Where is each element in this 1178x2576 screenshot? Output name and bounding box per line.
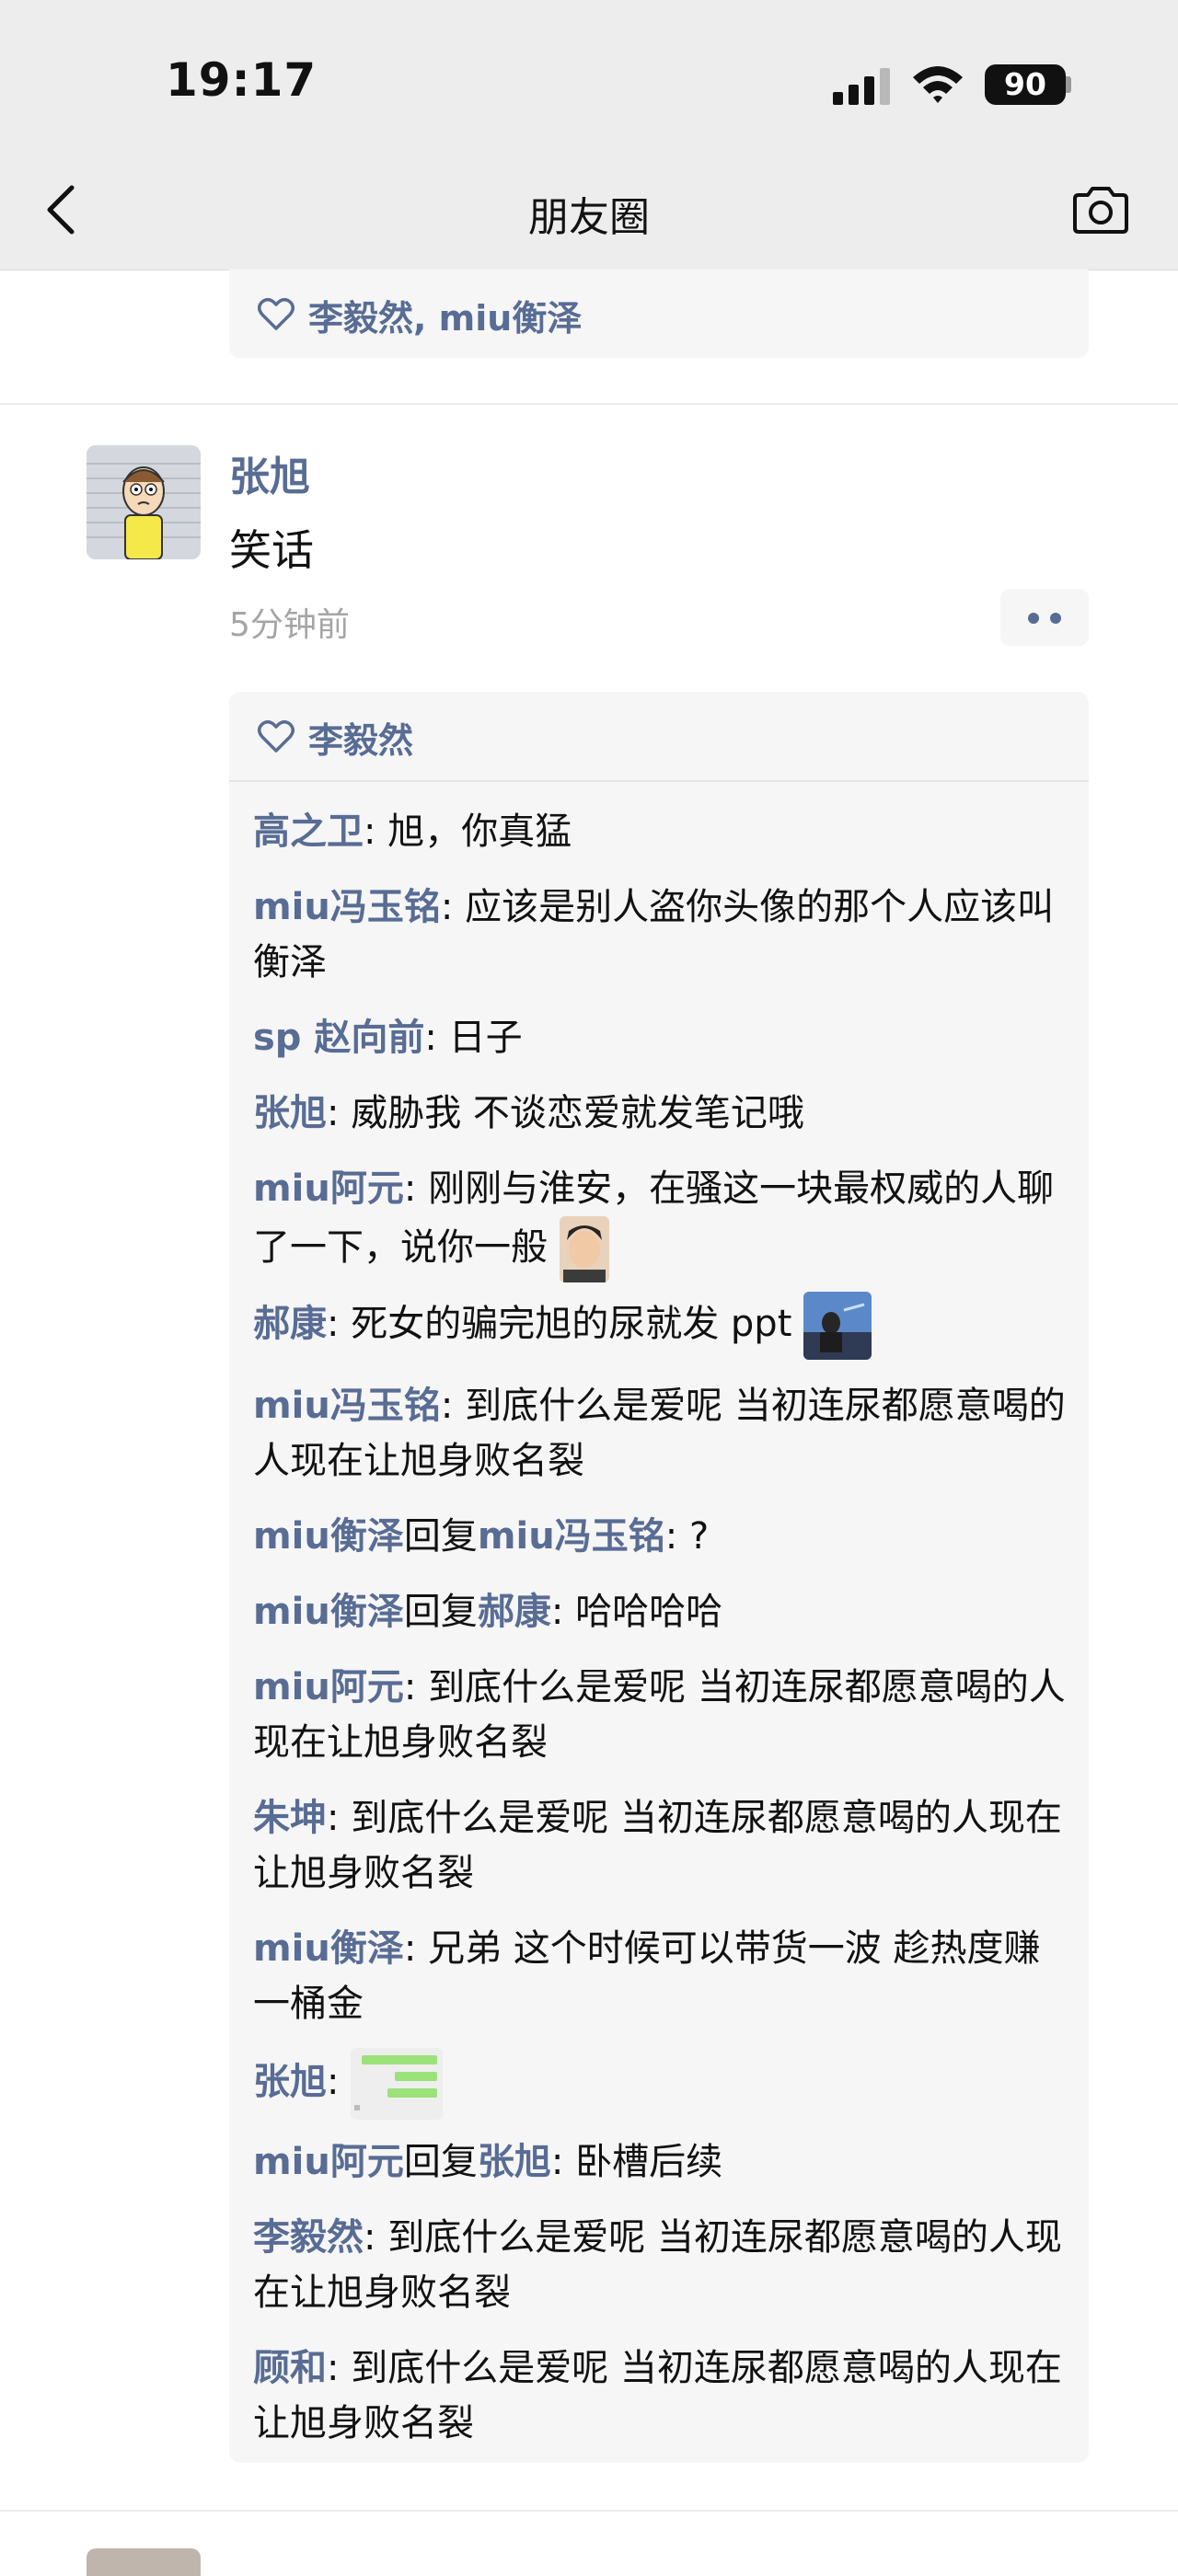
comment-author[interactable]: miu冯玉铭 [253, 886, 441, 928]
comment-author[interactable]: 朱坤 [253, 1797, 327, 1839]
comment-item[interactable]: 张旭: 威胁我 不谈恋爱就发笔记哦 [253, 1086, 1070, 1141]
comment-item[interactable]: miu冯玉铭: 应该是别人盗你头像的那个人应该叫衡泽 [253, 880, 1070, 990]
post-divider [0, 2510, 1178, 2512]
sticker-photo-image[interactable] [559, 1216, 609, 1282]
comment-author[interactable]: 高之卫 [253, 811, 364, 853]
comment-item[interactable]: 朱坤: 到底什么是爱呢 当初连尿都愿意喝的人现在让旭身败名裂 [253, 1790, 1070, 1901]
comment-separator: : [327, 2061, 352, 2103]
comment-item[interactable]: miu衡泽回复miu冯玉铭: ? [253, 1509, 1070, 1564]
comment-text: ? [688, 1515, 710, 1558]
comment-separator: : [327, 1797, 352, 1839]
comment-item[interactable]: 郝康: 死女的骗完旭的尿就发 ppt [253, 1292, 1070, 1360]
top-bar: 19:17 90 朋友圈 [0, 0, 1178, 270]
comment-separator: : [364, 2216, 388, 2259]
comment-item[interactable]: 张旭: [253, 2048, 1070, 2120]
comment-item[interactable]: miu衡泽回复郝康: 哈哈哈哈 [253, 1584, 1070, 1639]
next-post-avatar[interactable] [87, 2548, 201, 2576]
comment-author[interactable]: 张旭 [253, 1092, 327, 1134]
more-dots-icon [1028, 613, 1039, 624]
post-author-name[interactable]: 张旭 [229, 443, 310, 502]
chat-screenshot-image[interactable] [351, 2048, 444, 2120]
comment-text: 日子 [448, 1017, 523, 1059]
reply-target[interactable]: miu冯玉铭 [478, 1515, 665, 1558]
comment-separator: : [327, 1092, 352, 1134]
comment-author[interactable]: miu衡泽 [253, 1515, 404, 1558]
post-text: 笑话 [229, 525, 314, 575]
comment-author[interactable]: miu阿元 [253, 1167, 404, 1210]
comment-text: 哈哈哈哈 [575, 1591, 723, 1633]
camera-icon[interactable] [1071, 184, 1130, 236]
comment-text: 到底什么是爱呢 当初连尿都愿意喝的人现在让旭身败名裂 [253, 2347, 1062, 2444]
heart-outline-icon [258, 720, 294, 753]
comment-separator: : [664, 1515, 689, 1558]
reply-word: 回复 [403, 1515, 478, 1558]
post-timestamp: 5分钟前 [229, 606, 350, 644]
more-actions-button[interactable] [1000, 589, 1089, 646]
comment-text: 旭，你真猛 [387, 811, 572, 853]
comment-separator: : [440, 1385, 466, 1427]
comment-item[interactable]: miu阿元回复张旭: 卧槽后续 [253, 2134, 1070, 2190]
comment-item[interactable]: 顾和: 到底什么是爱呢 当初连尿都愿意喝的人现在让旭身败名裂 [253, 2340, 1070, 2451]
comment-author[interactable]: 张旭 [253, 2061, 327, 2103]
comment-item[interactable]: miu阿元: 刚刚与淮安，在骚这一块最权威的人聊了一下，说你一般 [253, 1161, 1070, 1282]
likes-comments-panel: 李毅然 高之卫: 旭，你真猛 miu冯玉铭: 应该是别人盗你头像的那个人应该叫衡… [229, 692, 1089, 2463]
reply-target[interactable]: 张旭 [478, 2141, 551, 2183]
comment-author[interactable]: 李毅然 [253, 2216, 364, 2259]
comment-separator: : [550, 1591, 576, 1633]
comment-author[interactable]: miu冯玉铭 [253, 1385, 441, 1427]
post-divider [0, 403, 1178, 405]
comment-author[interactable]: miu阿元 [253, 2141, 404, 2183]
comment-separator: : [550, 2141, 576, 2183]
comment-author[interactable]: miu阿元 [253, 1666, 404, 1708]
comment-text: 死女的骗完旭的尿就发 ppt [351, 1303, 792, 1345]
comment-separator: : [403, 1666, 429, 1708]
comment-author[interactable]: miu衡泽 [253, 1591, 404, 1633]
post-likes-row: 李毅然 [229, 692, 1089, 782]
sticker-photo-image[interactable] [803, 1292, 872, 1360]
wifi-icon [913, 66, 963, 103]
comment-separator: : [327, 2347, 352, 2389]
status-time: 19:17 [166, 53, 318, 107]
comment-text: 威胁我 不谈恋爱就发笔记哦 [351, 1092, 804, 1134]
comment-item[interactable]: 高之卫: 旭，你真猛 [253, 804, 1070, 859]
comment-author[interactable]: miu衡泽 [253, 1927, 404, 1970]
battery-indicator: 90 [985, 64, 1066, 105]
comment-author[interactable]: 郝康 [253, 1303, 327, 1345]
comment-author[interactable]: 顾和 [253, 2347, 327, 2389]
reply-word: 回复 [403, 1591, 478, 1633]
likes-names[interactable]: 李毅然 [308, 712, 413, 763]
comment-separator: : [403, 1927, 429, 1970]
reply-word: 回复 [403, 2141, 478, 2183]
comment-text: 卧槽后续 [575, 2141, 723, 2183]
reply-target[interactable]: 郝康 [478, 1591, 551, 1633]
likes-names[interactable]: 李毅然, miu衡泽 [308, 290, 582, 340]
comment-separator: : [440, 886, 466, 928]
comment-item[interactable]: sp 赵向前: 日子 [253, 1010, 1070, 1065]
cellular-signal-icon [833, 66, 894, 105]
heart-outline-icon [258, 298, 294, 330]
comment-item[interactable]: 李毅然: 到底什么是爱呢 当初连尿都愿意喝的人现在让旭身败名裂 [253, 2210, 1070, 2320]
page-title: 朋友圈 [528, 194, 650, 241]
avatar[interactable] [87, 445, 201, 559]
comment-separator: : [364, 811, 388, 853]
comment-separator: : [327, 1303, 352, 1345]
comment-author[interactable]: sp 赵向前 [253, 1017, 424, 1059]
comment-separator: : [424, 1017, 449, 1059]
previous-post-likes: 李毅然, miu衡泽 [229, 270, 1089, 358]
comment-text: 到底什么是爱呢 当初连尿都愿意喝的人现在让旭身败名裂 [253, 1797, 1062, 1894]
avatar-cartoon-image [87, 445, 201, 559]
comment-separator: : [403, 1167, 429, 1210]
comment-item[interactable]: miu冯玉铭: 到底什么是爱呢 当初连尿都愿意喝的人现在让旭身败名裂 [253, 1378, 1070, 1489]
comment-item[interactable]: miu阿元: 到底什么是爱呢 当初连尿都愿意喝的人现在让旭身败名裂 [253, 1660, 1070, 1770]
comment-item[interactable]: miu衡泽: 兄弟 这个时候可以带货一波 趁热度赚一桶金 [253, 1921, 1070, 2031]
battery-nub [1066, 76, 1071, 93]
